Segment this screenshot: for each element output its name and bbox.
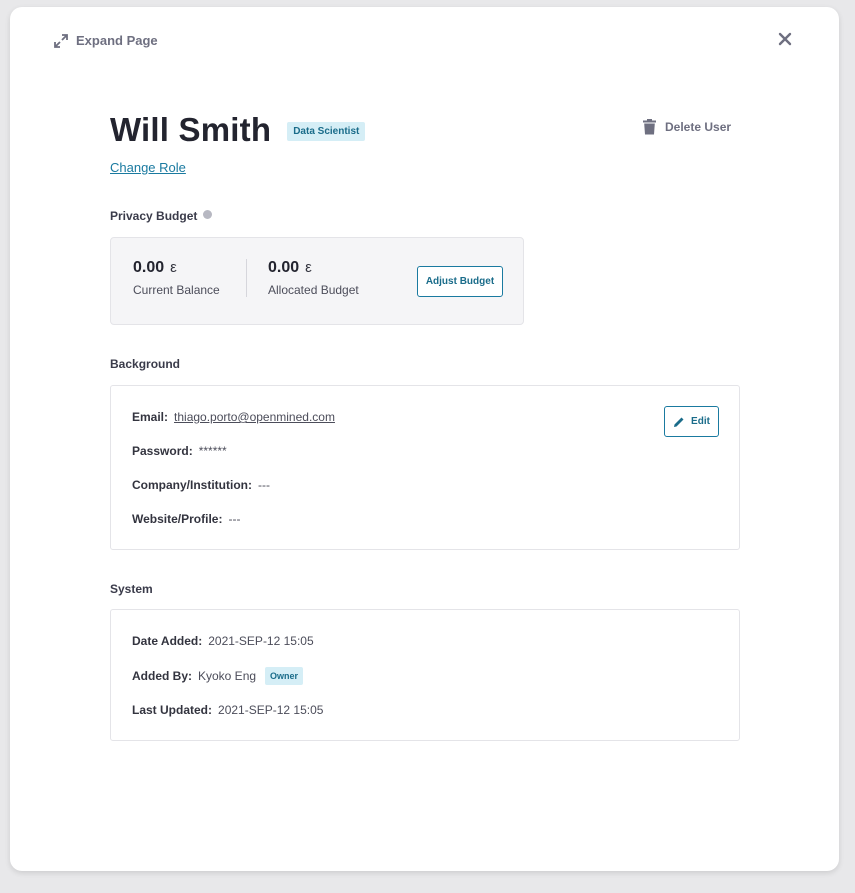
expand-icon [54,33,68,48]
website-row: Website/Profile: --- [132,512,240,526]
epsilon-unit: ε [305,259,312,276]
background-title: Background [110,357,181,371]
pencil-icon [674,417,684,427]
email-label: Email: [132,410,169,424]
epsilon-unit: ε [170,259,177,276]
allocated-budget-label: Allocated Budget [268,283,359,297]
last-updated-row: Last Updated: 2021-SEP-12 15:05 [132,703,323,717]
date-added-row: Date Added: 2021-SEP-12 15:05 [132,634,314,648]
website-label: Website/Profile: [132,512,223,526]
privacy-budget-card: 0.00 ε Current Balance 0.00 ε Allocated Bu… [110,237,524,325]
allocated-budget-value: 0.00 [268,259,300,276]
system-card: Date Added: 2021-SEP-12 15:05 Added By: … [110,609,740,741]
website-value: --- [228,512,241,526]
date-added-value: 2021-SEP-12 15:05 [208,634,314,648]
background-card: Email: thiago.porto@openmined.com Passwo… [110,385,740,550]
expand-page-button[interactable]: Expand Page [54,33,158,48]
delete-user-button[interactable]: Delete User [643,119,731,135]
current-balance-label: Current Balance [133,283,220,297]
added-by-row: Added By: Kyoko Eng Owner [132,667,304,685]
edit-label: Edit [691,416,710,427]
email-value[interactable]: thiago.porto@openmined.com [174,410,335,424]
password-row: Password: ****** [132,444,227,458]
added-by-label: Added By: [132,669,192,683]
user-header: Will Smith Data Scientist [110,111,366,149]
adjust-budget-button[interactable]: Adjust Budget [417,266,503,297]
company-value: --- [258,478,270,492]
metric-divider [246,259,247,297]
date-added-label: Date Added: [132,634,203,648]
user-detail-modal: Expand Page Will Smith Data Scientist De… [10,7,839,871]
company-row: Company/Institution: --- [132,478,270,492]
role-badge: Data Scientist [287,121,366,141]
close-icon[interactable] [777,31,793,47]
privacy-budget-title: Privacy Budget [110,209,213,223]
allocated-budget-metric: 0.00 ε Allocated Budget [268,259,359,297]
password-label: Password: [132,444,193,458]
user-name: Will Smith [110,111,272,148]
system-title: System [110,582,153,596]
last-updated-value: 2021-SEP-12 15:05 [218,703,324,717]
current-balance-value: 0.00 [133,259,165,276]
delete-user-label: Delete User [665,120,732,134]
added-by-value: Kyoko Eng [198,669,257,683]
password-value: ****** [198,444,227,458]
last-updated-label: Last Updated: [132,703,213,717]
trash-icon [643,119,656,135]
company-label: Company/Institution: [132,478,252,492]
edit-button[interactable]: Edit [664,406,719,437]
expand-page-label: Expand Page [76,33,158,48]
privacy-budget-label: Privacy Budget [110,209,198,223]
email-row: Email: thiago.porto@openmined.com [132,410,335,424]
current-balance-metric: 0.00 ε Current Balance [133,259,220,297]
info-icon[interactable] [203,209,213,219]
change-role-link[interactable]: Change Role [110,160,186,175]
owner-badge: Owner [265,667,304,685]
